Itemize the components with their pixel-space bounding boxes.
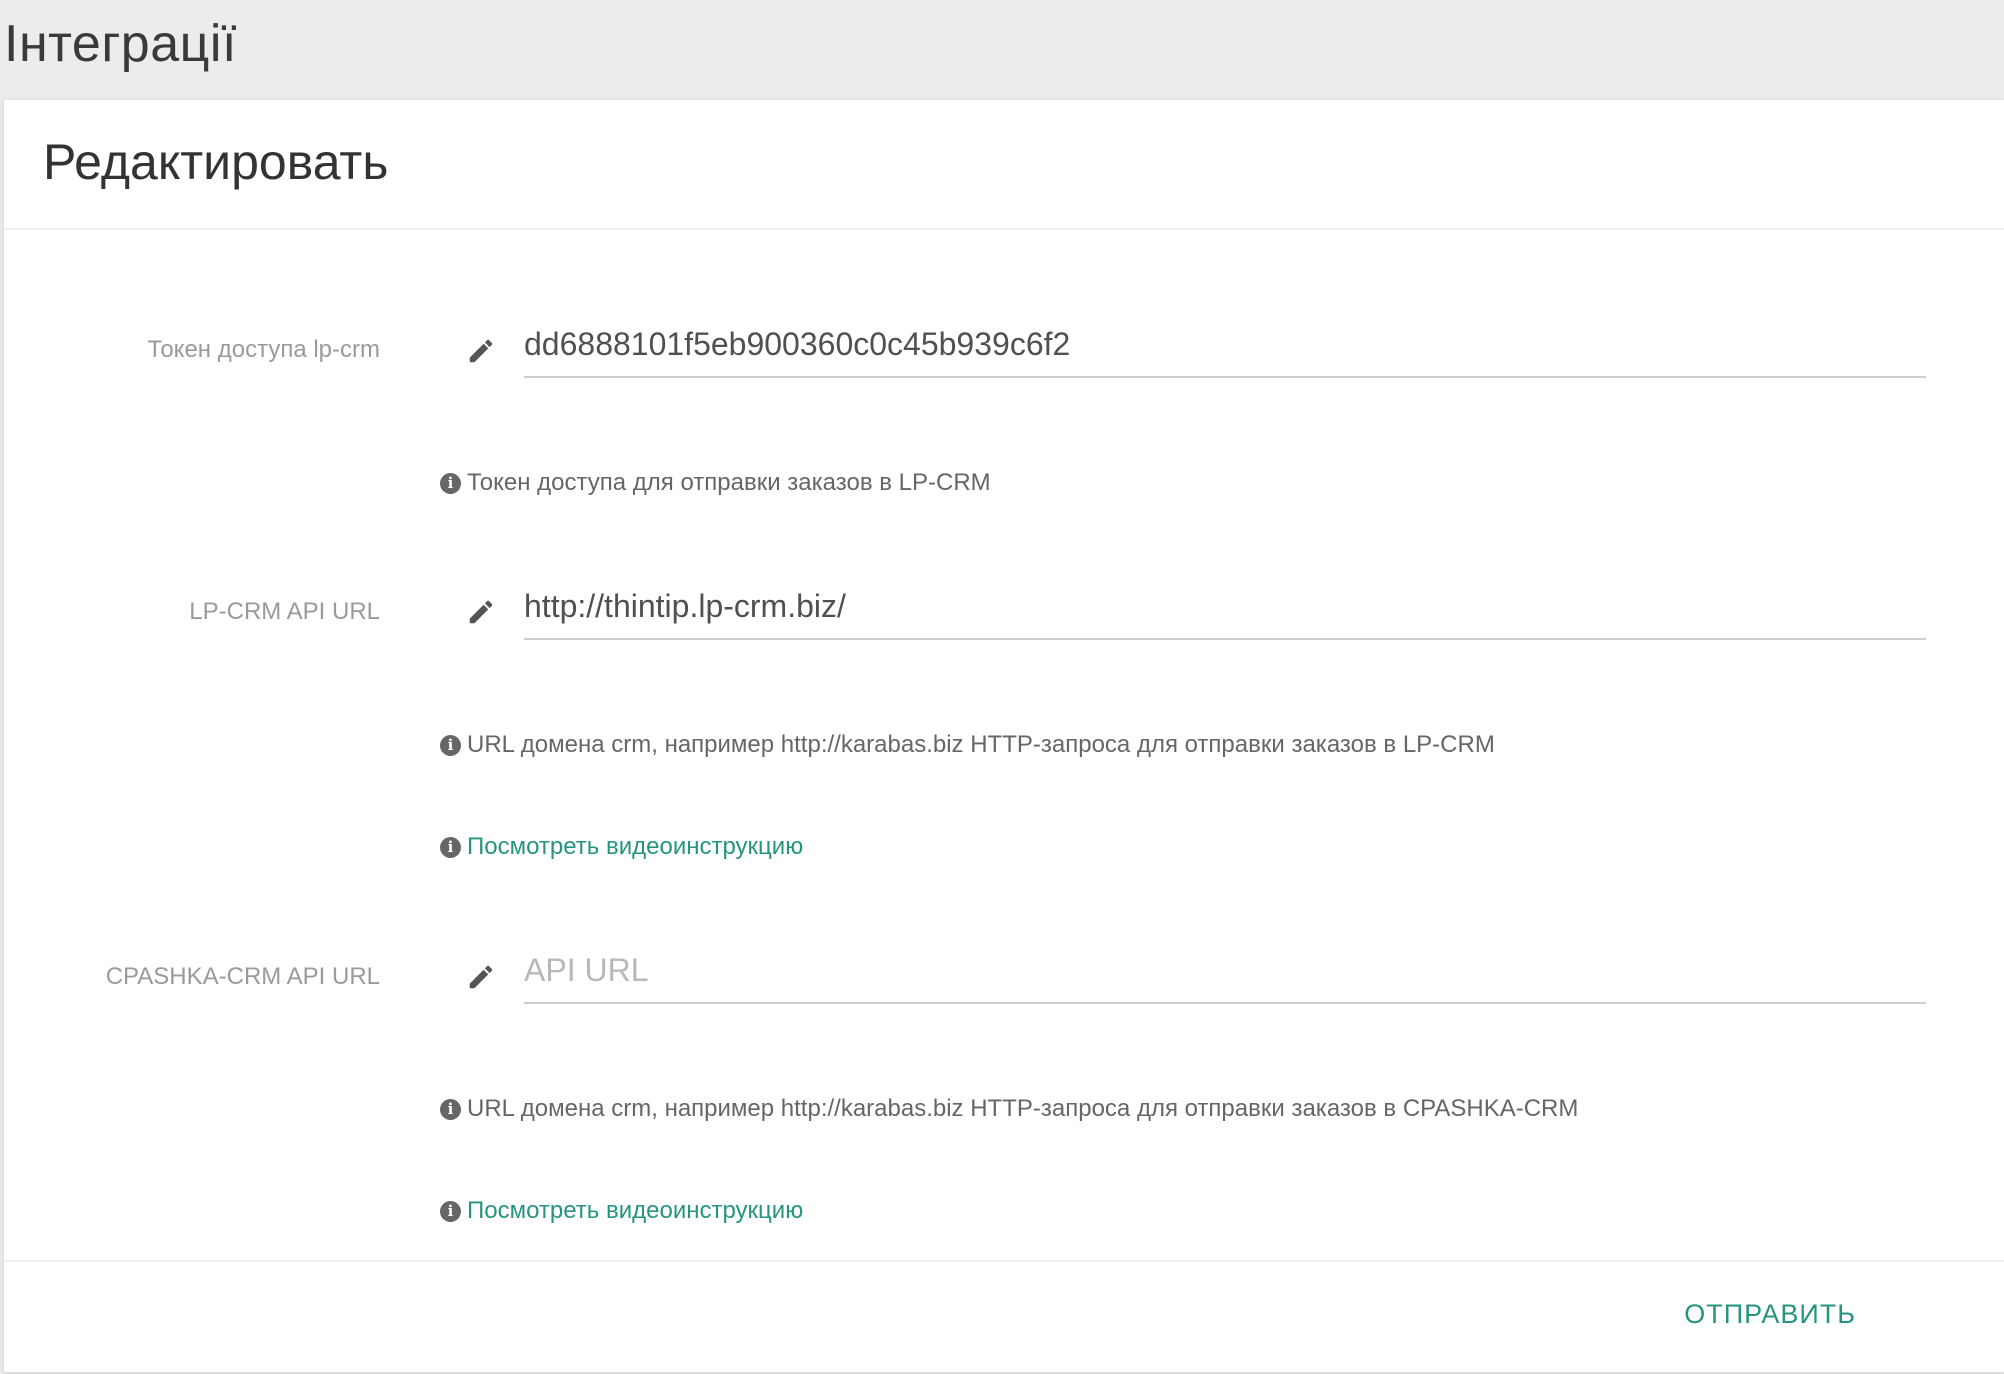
cpashka-url-field[interactable] — [524, 942, 1926, 1004]
edit-card: Редактировать Токен доступа lp-crm i Ток… — [4, 100, 2004, 1372]
pencil-icon — [466, 597, 496, 627]
token-field[interactable] — [524, 316, 1926, 378]
token-input[interactable] — [524, 316, 1926, 372]
lpcrm-video-help: i Посмотреть видеоинструкцию — [440, 832, 803, 862]
lpcrm-url-help: i URL домена crm, например http://karaba… — [440, 730, 1495, 760]
lpcrm-video-link[interactable]: Посмотреть видеоинструкцию — [467, 832, 803, 862]
page-header: Інтеграції — [0, 0, 2004, 100]
info-icon: i — [440, 1200, 461, 1222]
submit-button[interactable]: ОТПРАВИТЬ — [1672, 1292, 1868, 1336]
cpashka-video-help: i Посмотреть видеоинструкцию — [440, 1196, 803, 1226]
info-icon: i — [440, 1098, 461, 1120]
cpashka-url-help-text: URL домена crm, например http://karabas.… — [467, 1095, 1579, 1122]
lpcrm-url-label: LP-CRM API URL — [189, 598, 380, 625]
cpashka-url-input[interactable] — [524, 942, 1926, 998]
lpcrm-url-input[interactable] — [524, 578, 1926, 634]
cpashka-url-help: i URL домена crm, например http://karaba… — [440, 1094, 1578, 1124]
cpashka-video-link[interactable]: Посмотреть видеоинструкцию — [467, 1196, 803, 1226]
info-icon: i — [440, 472, 461, 494]
card-footer: ОТПРАВИТЬ — [4, 1260, 2004, 1374]
lpcrm-url-field[interactable] — [524, 578, 1926, 640]
token-help-text: Токен доступа для отправки заказов в LP-… — [467, 469, 991, 496]
card-header: Редактировать — [4, 100, 2004, 230]
token-help: i Токен доступа для отправки заказов в L… — [440, 468, 991, 498]
card-title: Редактировать — [43, 134, 389, 190]
pencil-icon — [466, 962, 496, 992]
lpcrm-url-help-text: URL домена crm, например http://karabas.… — [467, 731, 1495, 758]
cpashka-url-label: CPASHKA-CRM API URL — [105, 963, 380, 990]
info-icon: i — [440, 734, 461, 756]
token-label: Токен доступа lp-crm — [147, 336, 380, 363]
pencil-icon — [466, 336, 496, 366]
info-icon: i — [440, 836, 461, 858]
page-title: Інтеграції — [4, 15, 237, 73]
